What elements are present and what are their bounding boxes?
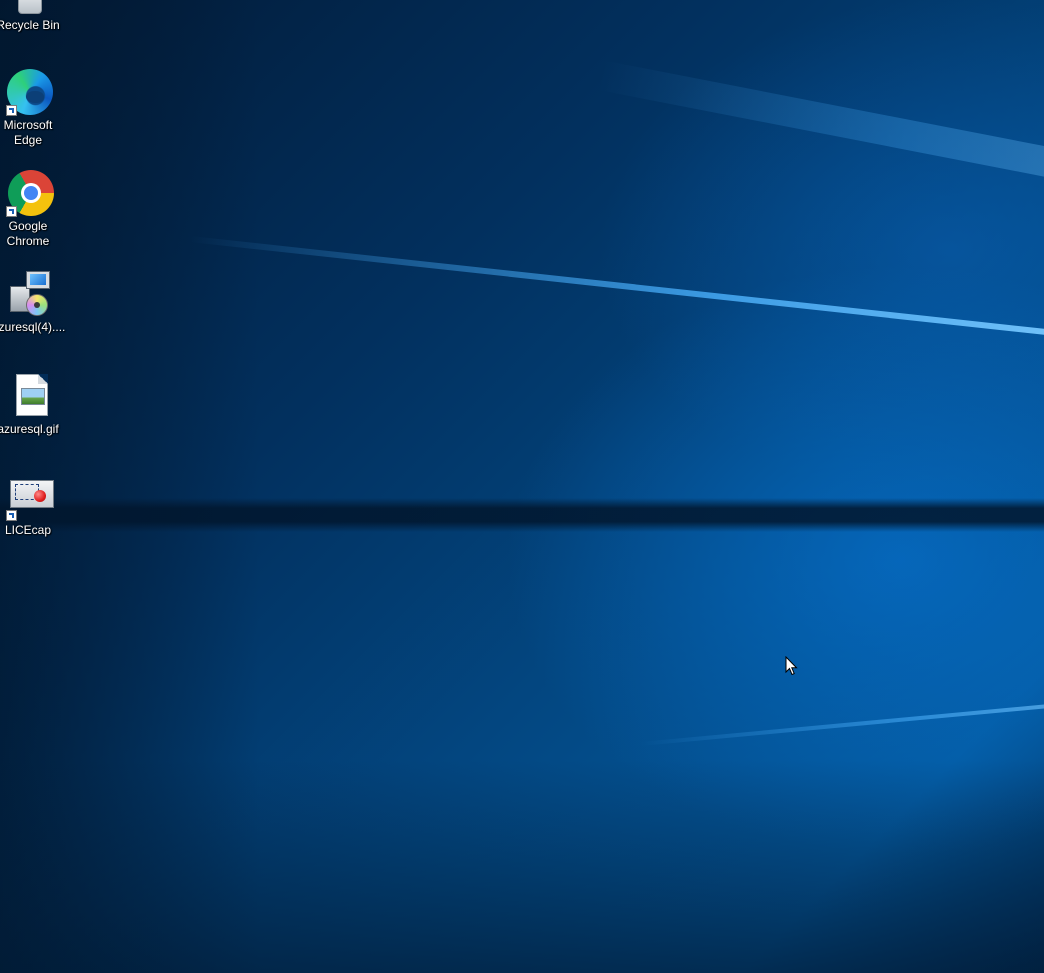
chrome-icon — [4, 169, 54, 217]
shortcut-arrow-icon — [6, 510, 17, 521]
gif-file-icon — [4, 372, 52, 420]
desktop-wallpaper — [0, 0, 1044, 973]
desktop-icon-label: Google Chrome — [6, 219, 50, 248]
desktop-icon-azuresql-installer[interactable]: azuresql(4).... — [0, 270, 65, 335]
wallpaper-light-beam — [597, 60, 1044, 189]
wallpaper-light-beam — [189, 236, 1044, 338]
recycle-bin-icon — [4, 0, 52, 16]
wallpaper-shade-bottom — [0, 760, 1044, 973]
mouse-pointer-icon — [785, 656, 798, 676]
desktop-icon-label: Microsoft Edge — [3, 118, 53, 147]
wallpaper-dark-band — [0, 498, 1044, 532]
desktop-icon-label: LICEcap — [4, 523, 52, 537]
shortcut-arrow-icon — [6, 206, 17, 217]
desktop-icon-azuresql-gif[interactable]: azuresql.gif — [0, 372, 59, 437]
desktop-icon-label: Recycle Bin — [0, 18, 60, 32]
edge-icon — [4, 68, 53, 116]
wallpaper-light-beam — [639, 699, 1044, 746]
desktop-icon-recycle-bin[interactable]: Recycle Bin — [0, 0, 60, 33]
desktop-icon-label: azuresql.gif — [0, 422, 59, 436]
licecap-icon — [4, 473, 54, 521]
desktop-icon-licecap[interactable]: LICEcap — [0, 473, 56, 538]
desktop-icon-microsoft-edge[interactable]: Microsoft Edge — [0, 68, 56, 148]
desktop-icon-google-chrome[interactable]: Google Chrome — [0, 169, 56, 249]
installer-icon — [4, 270, 52, 318]
shortcut-arrow-icon — [6, 105, 17, 116]
desktop-icon-label: azuresql(4).... — [0, 320, 66, 334]
